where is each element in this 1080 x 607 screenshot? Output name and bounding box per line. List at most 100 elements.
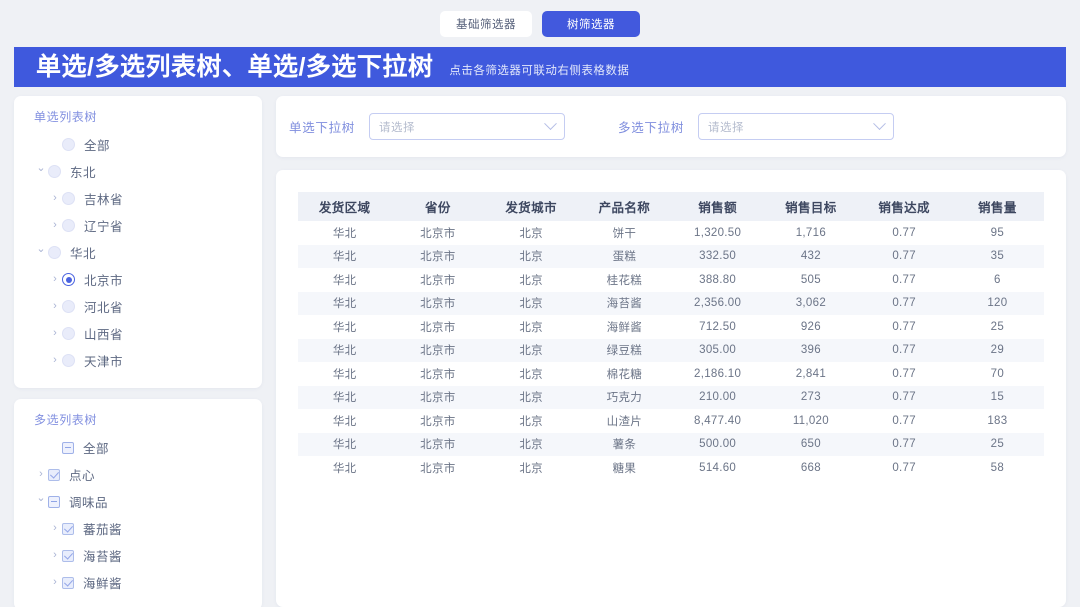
tree-node[interactable]: 辽宁省 [14,212,262,239]
tab-tree-filter[interactable]: 树筛选器 [542,11,640,37]
multi-dropdown-tree-group: 多选下拉树 请选择 [618,113,894,140]
chevron-down-icon [873,117,886,130]
tree-node[interactable]: 海苔酱 [14,542,262,569]
tree-node[interactable]: 海鲜酱 [14,569,262,596]
tree-node[interactable]: 全部 [14,131,262,158]
chevron-right-icon[interactable] [48,220,62,231]
tree-node-label: 北京市 [84,270,123,289]
tree-node[interactable]: 山西省 [14,320,262,347]
tree-node[interactable]: 华北 [14,239,262,266]
tree-node[interactable]: 点心 [14,461,262,488]
tree-node-label: 蕃茄酱 [83,519,122,538]
tree-node[interactable]: 调味品 [14,488,262,515]
table-cell: 北京 [485,386,578,410]
tree-node[interactable]: 吉林省 [14,185,262,212]
table-header-row: 发货区域省份发货城市产品名称销售额销售目标销售达成销售量 [298,192,1044,221]
tab-basic-filter[interactable]: 基础筛选器 [440,11,532,37]
radio-button[interactable] [62,192,75,205]
table-cell: 0.77 [858,245,951,269]
tree-node[interactable]: 天津市 [14,347,262,374]
table-cell: 0.77 [858,221,951,245]
table-cell: 0.77 [858,409,951,433]
chevron-right-icon[interactable] [48,523,62,534]
tree-node-label: 河北省 [84,297,123,316]
table-cell: 0.77 [858,292,951,316]
table-cell: 北京市 [391,456,484,480]
table-cell: 0.77 [858,456,951,480]
tree-node[interactable]: 东北 [14,158,262,185]
tree-node[interactable]: 河北省 [14,293,262,320]
radio-button[interactable] [48,165,61,178]
chevron-down-icon[interactable] [34,247,48,258]
table-cell: 332.50 [671,245,764,269]
table-cell: 绿豆糕 [578,339,671,363]
tree-node-label: 华北 [70,243,96,262]
table-cell: 712.50 [671,315,764,339]
single-select-tree-card: 单选列表树 全部东北吉林省辽宁省华北北京市河北省山西省天津市 [14,96,262,388]
multi-dropdown-tree-select[interactable]: 请选择 [698,113,894,140]
table-cell: 北京市 [391,221,484,245]
single-select-tree[interactable]: 全部东北吉林省辽宁省华北北京市河北省山西省天津市 [14,129,262,388]
radio-button[interactable] [62,138,75,151]
table-row: 华北北京市北京蛋糕332.504320.7735 [298,245,1044,269]
multi-select-tree[interactable]: 全部点心调味品蕃茄酱海苔酱海鲜酱 [14,432,262,607]
chevron-down-icon[interactable] [34,166,48,177]
table-cell: 北京市 [391,315,484,339]
page-body: 单选列表树 全部东北吉林省辽宁省华北北京市河北省山西省天津市 多选列表树 全部点… [0,87,1080,607]
top-tabbar: 基础筛选器 树筛选器 [0,0,1080,47]
radio-button[interactable] [62,354,75,367]
checkbox[interactable] [62,550,74,562]
tree-node-label: 点心 [69,465,95,484]
radio-button[interactable] [48,246,61,259]
chevron-right-icon[interactable] [48,577,62,588]
table-cell: 514.60 [671,456,764,480]
chevron-right-icon[interactable] [34,469,48,480]
chevron-right-icon[interactable] [48,301,62,312]
multi-select-tree-title: 多选列表树 [14,399,262,432]
table-cell: 396 [764,339,857,363]
chevron-down-icon[interactable] [34,496,48,507]
sales-table-card: 发货区域省份发货城市产品名称销售额销售目标销售达成销售量 华北北京市北京饼干1,… [276,170,1066,607]
checkbox[interactable] [48,496,60,508]
radio-button[interactable] [62,219,75,232]
page-subtitle: 点击各筛选器可联动右侧表格数据 [449,62,629,78]
table-cell: 58 [951,456,1044,480]
single-dropdown-tree-label: 单选下拉树 [289,117,355,136]
checkbox[interactable] [48,469,60,481]
single-dropdown-tree-select[interactable]: 请选择 [369,113,565,140]
chevron-right-icon[interactable] [48,193,62,204]
checkbox[interactable] [62,442,74,454]
table-row: 华北北京市北京巧克力210.002730.7715 [298,386,1044,410]
chevron-right-icon[interactable] [48,328,62,339]
table-cell: 500.00 [671,433,764,457]
page-title: 单选/多选列表树、单选/多选下拉树 [36,55,433,80]
table-cell: 388.80 [671,268,764,292]
table-cell: 29 [951,339,1044,363]
tree-node[interactable]: 全部 [14,434,262,461]
table-cell: 巧克力 [578,386,671,410]
table-cell: 183 [951,409,1044,433]
table-cell: 11,020 [764,409,857,433]
tree-node[interactable]: 蕃茄酱 [14,515,262,542]
chevron-right-icon[interactable] [48,550,62,561]
radio-button[interactable] [62,327,75,340]
chevron-right-icon[interactable] [48,274,62,285]
table-row: 华北北京市北京海苔酱2,356.003,0620.77120 [298,292,1044,316]
checkbox[interactable] [62,523,74,535]
chevron-right-icon[interactable] [48,355,62,366]
table-row: 华北北京市北京海鲜酱712.509260.7725 [298,315,1044,339]
table-cell: 华北 [298,362,391,386]
radio-button[interactable] [62,273,75,286]
tree-node-label: 全部 [83,438,109,457]
table-cell: 926 [764,315,857,339]
table-cell: 北京市 [391,386,484,410]
table-cell: 北京 [485,268,578,292]
tree-node[interactable]: 北京市 [14,266,262,293]
table-cell: 华北 [298,245,391,269]
table-cell: 2,841 [764,362,857,386]
table-cell: 华北 [298,315,391,339]
checkbox[interactable] [62,577,74,589]
filter-bar: 单选下拉树 请选择 多选下拉树 请选择 [276,96,1066,157]
radio-button[interactable] [62,300,75,313]
table-row: 华北北京市北京饼干1,320.501,7160.7795 [298,221,1044,245]
